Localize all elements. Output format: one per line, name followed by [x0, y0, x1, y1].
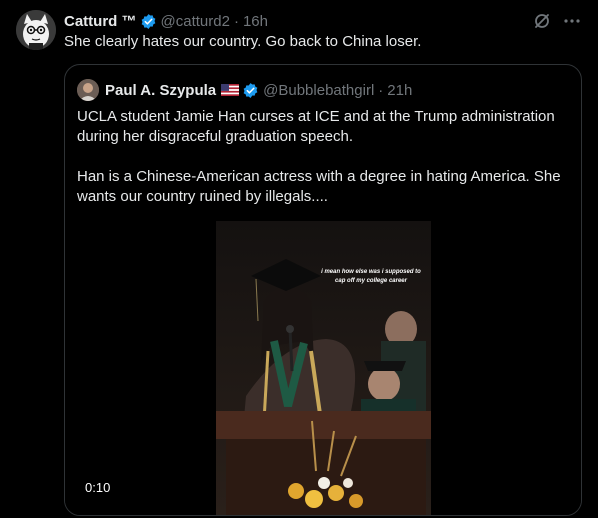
tweet-header: Catturd ™ @catturd2 · 16h	[64, 11, 582, 31]
author-name[interactable]: Catturd ™	[64, 13, 137, 30]
video-player[interactable]: i mean how else was i supposed to cap of…	[65, 221, 581, 515]
quoted-tweet-text: UCLA student Jamie Han curses at ICE and…	[77, 107, 571, 207]
separator-dot: ·	[233, 12, 239, 30]
quoted-author-name[interactable]: Paul A. Szypula	[105, 82, 216, 99]
quoted-author-handle[interactable]: @Bubblebathgirl	[263, 82, 374, 99]
grok-icon[interactable]	[532, 11, 552, 31]
quoted-tweet[interactable]: Paul A. Szypula @Bubblebathgirl · 21h UC…	[64, 64, 582, 516]
quoted-paragraph-1: UCLA student Jamie Han curses at ICE and…	[77, 108, 555, 145]
avatar[interactable]	[16, 10, 56, 50]
video-frame[interactable]: i mean how else was i supposed to cap of…	[216, 221, 431, 515]
video-timestamp: 0:10	[81, 478, 115, 497]
quoted-tweet-time[interactable]: 21h	[387, 82, 412, 99]
tweet-text: She clearly hates our country. Go back t…	[64, 33, 422, 50]
separator-dot: ·	[378, 81, 384, 99]
cartoon-cat-avatar-icon	[16, 10, 56, 50]
author-handle[interactable]: @catturd2	[161, 13, 230, 30]
user-avatar-icon	[77, 79, 99, 101]
tweet-actions	[532, 11, 582, 31]
verified-badge-icon	[141, 13, 155, 29]
more-icon[interactable]	[562, 11, 582, 31]
tweet-time[interactable]: 16h	[243, 13, 268, 30]
quoted-paragraph-2: Han is a Chinese-American actress with a…	[77, 168, 561, 205]
quoted-tweet-header: Paul A. Szypula @Bubblebathgirl · 21h	[77, 79, 412, 101]
tweet[interactable]: Catturd ™ @catturd2 · 16h She clearly ha…	[0, 0, 598, 518]
video-caption: i mean how else was i supposed to cap of…	[321, 269, 421, 284]
us-flag-icon	[221, 84, 240, 96]
verified-badge-icon	[243, 82, 258, 98]
quoted-avatar[interactable]	[77, 79, 99, 101]
graduation-speech-video-thumbnail	[216, 221, 431, 515]
